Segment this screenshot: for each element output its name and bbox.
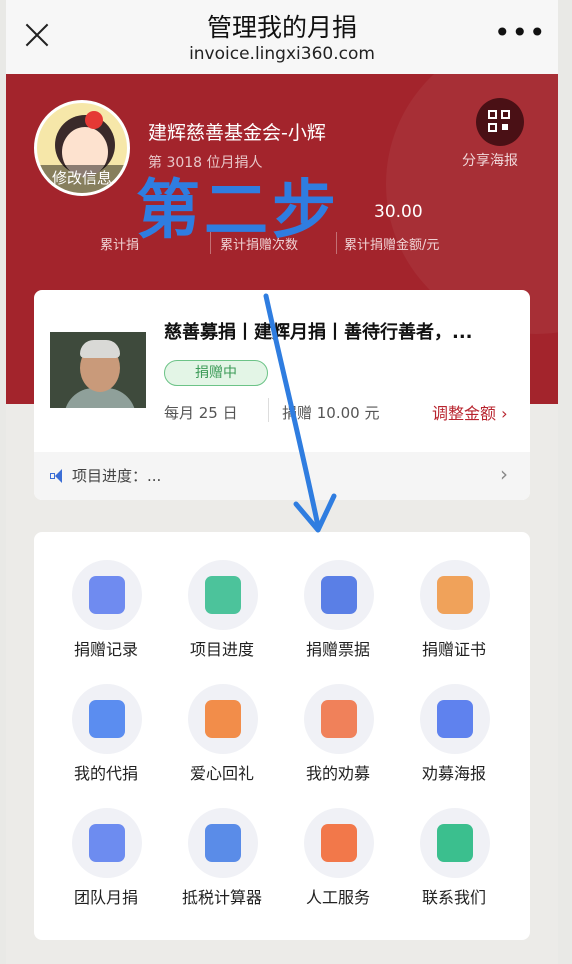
headset-icon — [437, 824, 473, 862]
speaker-icon — [50, 468, 66, 484]
grid-item-donation-certificate[interactable]: 捐赠证书 — [392, 560, 516, 680]
grid-item-customer-service[interactable]: 人工服务 — [276, 808, 400, 928]
donation-record-icon — [89, 576, 125, 614]
grid-item-label: 联系我们 — [421, 888, 486, 907]
project-progress-bar[interactable]: 项目进度：... › — [34, 452, 530, 500]
donation-certificate-icon — [437, 576, 473, 614]
icon-circle — [304, 560, 374, 630]
profile-name: 建辉慈善基金会-小辉 — [148, 122, 326, 144]
icon-circle — [72, 684, 142, 754]
donation-receipt-icon — [321, 576, 357, 614]
stat-total-amount-label: 累计捐赠金额/元 — [344, 238, 440, 253]
icon-circle — [304, 808, 374, 878]
icon-circle — [420, 560, 490, 630]
grid-item-project-progress[interactable]: 项目进度 — [160, 560, 284, 680]
icon-circle — [188, 808, 258, 878]
flower-icon — [85, 111, 103, 129]
status-badge: 捐赠中 — [164, 360, 268, 386]
project-progress-label: 项目进度：... — [72, 467, 162, 485]
edit-info-button[interactable]: 修改信息 — [37, 165, 127, 193]
grid-item-label: 我的劝募 — [305, 764, 370, 783]
grid-item-label: 人工服务 — [305, 888, 370, 907]
grid-item-wallet[interactable]: 我的代捐 — [44, 684, 168, 804]
donation-amount: 捐赠 10.00 元 — [282, 404, 380, 422]
calculator-icon — [205, 824, 241, 862]
icon-circle — [304, 684, 374, 754]
page-url: invoice.lingxi360.com — [189, 44, 375, 64]
more-icon[interactable]: ••• — [494, 18, 547, 48]
grid-item-label: 爱心回礼 — [189, 764, 254, 783]
grid-item-team-calendar[interactable]: 团队月捐 — [44, 808, 168, 928]
icon-circle — [188, 684, 258, 754]
grid-item-donation-receipt[interactable]: 捐赠票据 — [276, 560, 400, 680]
stat-divider — [336, 232, 337, 254]
share-poster-button[interactable] — [476, 98, 524, 146]
adjust-amount-link[interactable]: 调整金额 › — [432, 400, 508, 424]
grid-item-label: 劝募海报 — [421, 764, 486, 783]
grid-item-fundraise[interactable]: 我的劝募 — [276, 684, 400, 804]
donation-date: 每月 25 日 — [164, 404, 238, 422]
grid-item-label: 团队月捐 — [73, 888, 138, 907]
wallet-icon — [89, 700, 125, 738]
grid-item-poster[interactable]: 劝募海报 — [392, 684, 516, 804]
customer-service-icon — [321, 824, 357, 862]
share-poster-label[interactable]: 分享海报 — [462, 150, 518, 170]
app-frame: 管理我的月捐 invoice.lingxi360.com ••• 修改信息 建辉… — [6, 0, 558, 964]
grid-item-label: 捐赠票据 — [305, 640, 370, 659]
stat-total-amount-value: 30.00 — [374, 202, 423, 222]
grid-item-label: 捐赠证书 — [421, 640, 486, 659]
fundraise-icon — [321, 700, 357, 738]
icon-circle — [420, 684, 490, 754]
gift-icon — [205, 700, 241, 738]
chevron-right-icon[interactable]: › — [500, 462, 508, 486]
stat-total-count-label: 累计捐赠次数 — [220, 238, 299, 253]
grid-item-donation-record[interactable]: 捐赠记录 — [44, 560, 168, 680]
donor-rank: 第 3018 位月捐人 — [148, 155, 263, 171]
stat-total-months-label: 累计捐 — [100, 238, 140, 253]
project-photo — [50, 332, 146, 408]
function-grid: 捐赠记录 项目进度 捐赠票据 捐赠证书我的代捐 爱心回礼 我的劝募 劝募海报团队月捐 抵税计算… — [34, 532, 530, 940]
icon-circle — [72, 808, 142, 878]
grid-item-label: 项目进度 — [189, 640, 254, 659]
grid-item-gift[interactable]: 爱心回礼 — [160, 684, 284, 804]
grid-item-label: 我的代捐 — [73, 764, 138, 783]
poster-icon — [437, 700, 473, 738]
team-calendar-icon — [89, 824, 125, 862]
icon-circle — [72, 560, 142, 630]
navbar: 管理我的月捐 invoice.lingxi360.com ••• — [6, 0, 558, 74]
photo-hair — [80, 340, 120, 358]
grid-item-label: 捐赠记录 — [73, 640, 138, 659]
project-title[interactable]: 慈善募捐丨建辉月捐丨善待行善者，... — [164, 318, 473, 344]
qr-code-icon — [488, 110, 512, 134]
page-title: 管理我的月捐 — [206, 13, 357, 42]
divider — [268, 398, 269, 422]
grid-item-label: 抵税计算器 — [181, 888, 262, 907]
project-progress-icon — [205, 576, 241, 614]
icon-circle — [420, 808, 490, 878]
stat-divider — [210, 232, 211, 254]
project-card[interactable]: 慈善募捐丨建辉月捐丨善待行善者，... 捐赠中 每月 25 日 捐赠 10.00… — [34, 290, 530, 500]
grid-item-calculator[interactable]: 抵税计算器 — [160, 808, 284, 928]
grid-item-headset[interactable]: 联系我们 — [392, 808, 516, 928]
avatar[interactable]: 修改信息 — [34, 100, 130, 196]
icon-circle — [188, 560, 258, 630]
